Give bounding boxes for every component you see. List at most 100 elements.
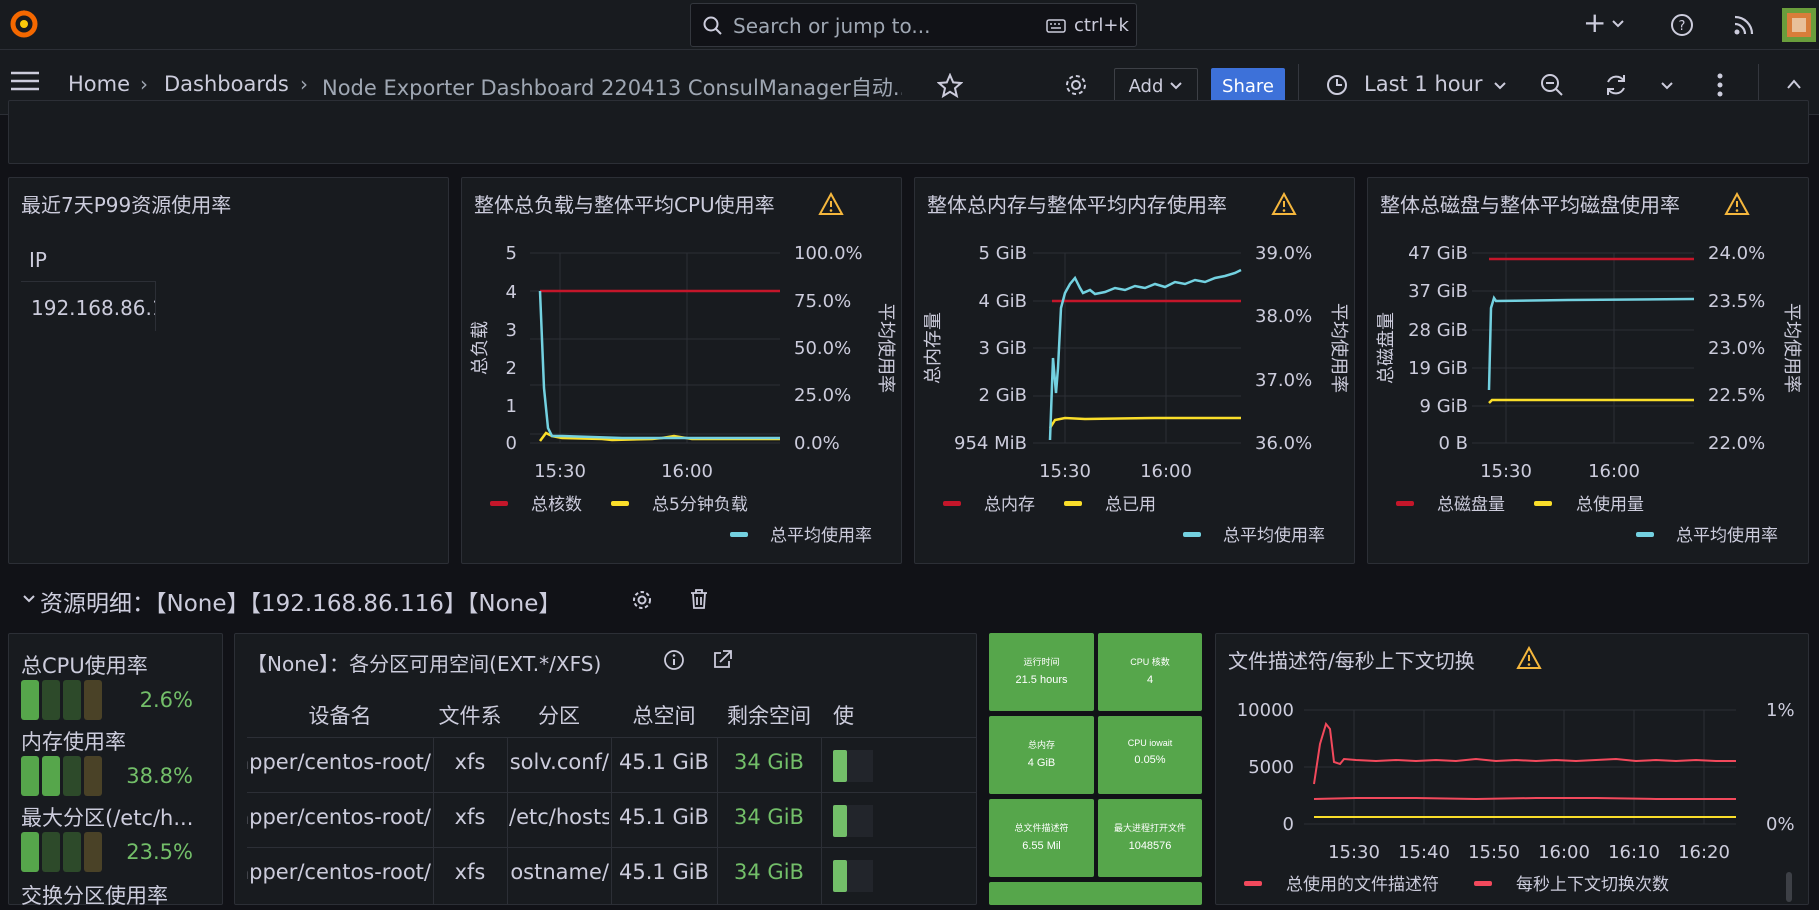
stat-value: 0.05% [1134,754,1166,766]
x-tick: 15:30 [1039,461,1091,482]
stat-tile-partial [989,882,1202,905]
legend-item[interactable]: 总核数 [531,495,582,515]
help-icon[interactable]: ? [1670,13,1694,37]
legend-item[interactable]: 每秒上下文切换次数 [1516,875,1669,895]
stat-label: CPU iowait [1127,738,1173,748]
search-box[interactable]: Search or jump to... ctrl+k [690,3,1137,47]
rss-news-icon[interactable] [1732,13,1756,37]
row-delete-trash-icon[interactable] [689,588,709,610]
y-axis-label: 总负载 [470,321,491,375]
divider [21,281,156,282]
table-header[interactable]: 设备名 [247,700,433,730]
warning-icon[interactable] [1516,646,1542,670]
keyboard-icon [1046,19,1066,33]
panel-fd-context-switch: 文件描述符/每秒上下文切换 10000 5000 0 1% 0% 15:30 1… [1215,633,1809,905]
table-header-ip[interactable]: IP [29,248,47,272]
gauge-value: 2.6% [139,688,193,712]
grafana-logo-icon[interactable] [8,8,40,40]
legend-swatch [1474,881,1492,886]
table-header[interactable]: 文件系 [433,700,507,730]
cell-free: 34 GiB [734,860,804,884]
series-used-mem [1048,416,1241,429]
table-header[interactable]: 总空间 [611,700,717,730]
disk-chart: 47 GiB 37 GiB 28 GiB 19 GiB 9 GiB 0 B 24… [1376,243,1802,546]
legend-item[interactable]: 总平均使用率 [1676,525,1778,546]
time-range-picker[interactable]: Last 1 hour [1364,72,1483,96]
legend-swatch [1396,501,1414,506]
panel-title: 【None】：各分区可用空间(EXT.*/XFS) [247,652,602,676]
y-axis-label-right: 平均使用率 [875,303,896,393]
legend-item[interactable]: 总内存 [984,495,1035,515]
x-tick: 15:30 [1480,461,1532,482]
share-button[interactable]: Share [1211,68,1285,104]
new-menu-button[interactable]: + [1583,6,1606,39]
y-tick: 28 GiB [1408,320,1468,341]
breadcrumb-current-dashboard: Node Exporter Dashboard 220413 ConsulMan… [322,76,902,100]
cell-fstype: xfs [454,805,486,829]
legend-item[interactable]: 总使用量 [1576,494,1644,515]
clock-icon [1327,75,1347,95]
y-tick: 5000 [1248,757,1294,778]
stat-value: 4 GiB [1027,757,1056,769]
stat-label: 最大进程打开文件 [1113,823,1186,833]
table-header[interactable]: 分区 [507,700,611,730]
warning-icon[interactable] [1724,192,1750,216]
search-shortcut: ctrl+k [1074,15,1129,36]
warning-icon[interactable] [818,192,844,216]
row-settings-gear-icon[interactable] [631,589,653,611]
stat-value: 4 [1146,674,1154,686]
legend-item[interactable]: 总已用 [1105,495,1156,515]
external-link-icon[interactable] [711,649,733,671]
zoom-out-icon[interactable] [1540,73,1564,97]
y-tick: 954 MiB [954,433,1027,454]
table-row[interactable]: /dev/mapper/centos-root xfs /etc/hostnam… [247,848,976,902]
legend-item[interactable]: 总5分钟负载 [652,495,748,515]
usage-bar [833,805,873,837]
legend-item[interactable]: 总平均使用率 [770,525,872,546]
gauge-bar-memory [21,756,103,796]
dashboard-settings-gear-icon[interactable] [1064,73,1088,97]
cell-total: 45.1 GiB [619,805,709,829]
row-title[interactable]: 资源明细：【None】【192.168.86.116】【None】 [40,584,561,618]
stat-total-memory: 总内存 4 GiB [989,716,1094,794]
panel-p99-usage: 最近7天P99资源使用率 IP 192.168.86.1 [8,177,449,564]
breadcrumb-dashboards[interactable]: Dashboards [164,72,289,96]
table-header[interactable]: 使 [821,700,881,730]
divider [155,281,156,331]
gauge-value: 23.5% [126,840,193,864]
breadcrumb-home[interactable]: Home [68,72,130,96]
series-avg-usage [1487,295,1695,391]
panel-cpu-load: 整体总负载与整体平均CPU使用率 5 4 3 2 1 0 100.0% 75.0… [461,177,902,564]
stat-label: 运行时间 [1023,657,1060,667]
user-avatar[interactable] [1782,8,1816,42]
y-tick-right: 38.0% [1255,306,1312,327]
cell-mount: /etc/resolv.conf [509,750,609,774]
chevron-up-icon[interactable] [1786,78,1802,90]
row-collapse-chevron-icon[interactable] [22,594,36,604]
info-icon[interactable] [663,649,685,671]
share-button-label: Share [1222,75,1274,97]
star-favorite-icon[interactable] [937,73,963,99]
menu-hamburger-icon[interactable] [10,70,40,92]
chevron-down-icon[interactable] [1661,81,1673,91]
add-button[interactable]: Add [1114,68,1198,104]
cell-fstype: xfs [454,860,486,884]
warning-icon[interactable] [1271,192,1297,216]
panel-title: 文件描述符/每秒上下文切换 [1228,649,1475,673]
refresh-icon[interactable] [1604,73,1628,97]
legend-item[interactable]: 总平均使用率 [1223,525,1325,546]
more-vertical-icon[interactable] [1715,72,1725,98]
table-row[interactable]: /dev/mapper/centos-root xfs /etc/hosts 4… [247,793,976,847]
panel-title: 整体总内存与整体平均内存使用率 [927,193,1227,217]
table-header[interactable]: 剩余空间 [717,700,821,730]
table-row[interactable]: /dev/mapper/centos-root xfs /etc/resolv.… [247,738,976,792]
y-tick-right: 36.0% [1255,433,1312,454]
scrollbar[interactable] [1786,872,1792,902]
legend-item[interactable]: 总磁盘量 [1437,495,1505,515]
chevron-down-icon[interactable] [1494,81,1506,91]
y-tick-right: 0% [1766,814,1795,835]
legend-item[interactable]: 总使用的文件描述符 [1286,874,1439,895]
breadcrumb-separator: › [140,72,148,96]
cell-mount: /etc/hostname [509,860,609,884]
y-tick-right: 1% [1766,700,1795,721]
